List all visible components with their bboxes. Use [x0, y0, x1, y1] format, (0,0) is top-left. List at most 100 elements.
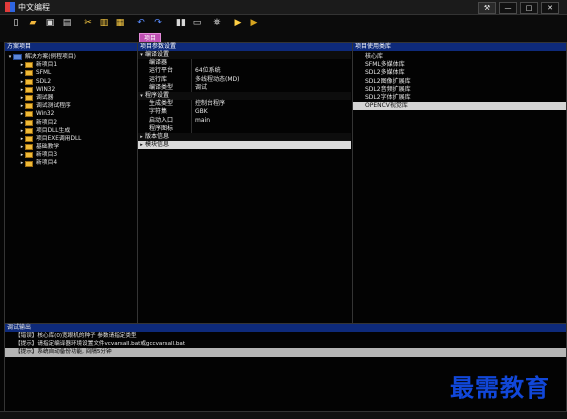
folder-icon: [25, 86, 33, 93]
property-value[interactable]: 64位系统: [191, 67, 351, 76]
property-key: 程序设置: [145, 91, 170, 99]
section-expander-icon[interactable]: ▾: [138, 51, 145, 59]
new-file-icon[interactable]: ▯: [10, 17, 22, 29]
property-row[interactable]: 编译类型 调试: [138, 83, 351, 92]
solution-root-label: 解决方案(例程项目): [25, 54, 76, 60]
property-value[interactable]: [191, 124, 351, 133]
window-controls: ⚒ — □ ✕: [478, 2, 559, 14]
run-icon[interactable]: ▶: [232, 17, 244, 29]
project-tree-label: SDL2: [36, 78, 52, 85]
property-key: 运行平台: [149, 67, 174, 75]
project-tree-item[interactable]: ▸ Win32: [7, 110, 138, 118]
property-value[interactable]: GBK: [191, 108, 351, 117]
project-tree-label: 新项目3: [36, 152, 58, 159]
save-icon[interactable]: ▣: [44, 17, 56, 29]
app-window: 中文编程 ⚒ — □ ✕ ▯ ▰ ▣ ▤ ✂ ▥ ▦ ↶ ↷ ▮▮ ▭ ⛯ ▶ ▶ 项目 方案项目 ▾ 解…: [0, 0, 567, 419]
property-key: 运行库: [149, 75, 168, 83]
step-icon[interactable]: ▶: [248, 17, 260, 29]
save-all-icon[interactable]: ▤: [61, 17, 73, 29]
project-tree-item[interactable]: ▸ SFML: [7, 69, 138, 77]
property-section[interactable]: ▸ 模块信息: [138, 141, 351, 150]
property-row[interactable]: 启动入口 main: [138, 116, 351, 125]
project-settings-title: 项目参数设置: [138, 43, 353, 51]
toolbar-tabs: 项目: [0, 33, 567, 44]
library-item[interactable]: 核心库: [353, 53, 566, 61]
library-item[interactable]: SDL2音频扩展库: [353, 86, 566, 94]
project-settings-panel: 项目参数设置 ▾ 编译设置 编译器 运行平台 64位系统 运行库 多线程动态(MD) 编译类型…: [137, 42, 354, 324]
folder-icon: [25, 103, 33, 110]
open-folder-icon[interactable]: ▰: [27, 17, 39, 29]
library-item[interactable]: OPENCV视觉库: [353, 102, 566, 111]
minimize-button[interactable]: —: [499, 2, 517, 14]
property-row[interactable]: 程序图标: [138, 124, 351, 133]
property-key: 启动入口: [149, 116, 174, 124]
property-value[interactable]: 调试: [191, 83, 351, 92]
redo-icon[interactable]: ↷: [152, 17, 164, 29]
project-tree-item[interactable]: ▸ 调试测试程序: [7, 102, 138, 110]
library-item[interactable]: SDL2图像扩展库: [353, 78, 566, 86]
cut-icon[interactable]: ✂: [82, 17, 94, 29]
paste-icon[interactable]: ▦: [114, 17, 126, 29]
close-button[interactable]: ✕: [541, 2, 559, 14]
project-tree-item[interactable]: ▸ SDL2: [7, 78, 138, 86]
property-spacer: [138, 108, 145, 116]
project-tree-item[interactable]: ▸ 新项目2: [7, 119, 138, 127]
property-spacer: [138, 100, 145, 108]
find-icon[interactable]: ⛯: [211, 17, 223, 29]
solution-root[interactable]: ▾ 解决方案(例程项目): [7, 53, 138, 61]
project-tree-item[interactable]: ▸ 项目DLL生成: [7, 127, 138, 135]
property-row[interactable]: 生成类型 控制台程序: [138, 100, 351, 109]
property-row[interactable]: 字符集 GBK: [138, 108, 351, 117]
property-row[interactable]: 运行平台 64位系统: [138, 67, 351, 76]
solution-panel-title: 方案项目: [5, 43, 138, 51]
project-tree-item[interactable]: ▸ 新项目4: [7, 159, 138, 167]
project-tree-label: 新项目4: [36, 160, 58, 167]
solution-icon: [13, 54, 22, 61]
debug-output-panel: 调试输出 【错误】核心库(0)宽眼机的种子 参数请指定类型 【提示】请指定编译器环…: [4, 323, 567, 414]
undo-icon[interactable]: ↶: [135, 17, 147, 29]
section-expander-icon[interactable]: ▸: [138, 141, 145, 149]
tool-icon[interactable]: ⚒: [478, 2, 496, 14]
library-item[interactable]: SDL2多媒体库: [353, 69, 566, 77]
folder-icon: [25, 119, 33, 126]
folder-icon: [25, 70, 33, 77]
solution-tree: ▾ 解决方案(例程项目) ▸ 新项目1 ▸ SFML ▸ SDL2 ▸ WIN32 ▸ 调试器 ▸ 调…: [5, 51, 138, 168]
project-tree-label: 项目EXE调用DLL: [36, 135, 82, 142]
maximize-button[interactable]: □: [520, 2, 538, 14]
toolbar: ▯ ▰ ▣ ▤ ✂ ▥ ▦ ↶ ↷ ▮▮ ▭ ⛯ ▶ ▶: [0, 15, 567, 33]
project-tree-label: 新项目1: [36, 62, 58, 69]
section-expander-icon[interactable]: ▸: [138, 133, 145, 141]
folder-icon: [25, 160, 33, 167]
property-spacer: [138, 125, 145, 133]
property-key: 编译类型: [149, 83, 174, 91]
property-key: 字符集: [149, 108, 168, 116]
debug-output-line: 【错误】核心库(0)宽眼机的种子 参数请指定类型: [15, 333, 137, 339]
app-icon: [5, 2, 15, 12]
folder-icon: [25, 62, 33, 69]
property-value[interactable]: 多线程动态(MD): [191, 75, 351, 84]
project-tree-item[interactable]: ▸ WIN32: [7, 86, 138, 94]
project-tree-item[interactable]: ▸ 基础教学: [7, 143, 138, 151]
library-panel-title: 项目使用类库: [353, 43, 566, 51]
property-value[interactable]: 控制台程序: [191, 100, 351, 109]
property-section[interactable]: ▸ 版本信息: [138, 132, 351, 142]
project-tree-item[interactable]: ▸ 调试器: [7, 94, 138, 102]
section-expander-icon[interactable]: ▾: [138, 92, 145, 100]
project-tree-label: 基础教学: [36, 144, 60, 151]
project-tree-item[interactable]: ▸ 新项目3: [7, 151, 138, 159]
debug-output-line: 【提示】系统自动备份功能, 间隔5分钟: [5, 348, 566, 357]
copy-icon[interactable]: ▥: [98, 17, 110, 29]
project-tree-item[interactable]: ▸ 新项目1: [7, 61, 138, 69]
split-icon[interactable]: ▮▮: [175, 17, 187, 29]
property-section[interactable]: ▾ 程序设置: [138, 91, 351, 101]
property-spacer: [138, 117, 145, 125]
project-tree-item[interactable]: ▸ 项目EXE调用DLL: [7, 135, 138, 143]
window-icon[interactable]: ▭: [191, 17, 203, 29]
project-tree-label: Win32: [36, 111, 55, 118]
property-row[interactable]: 运行库 多线程动态(MD): [138, 75, 351, 84]
property-section[interactable]: ▾ 编译设置: [138, 51, 351, 60]
property-value[interactable]: main: [191, 116, 351, 125]
folder-icon: [25, 127, 33, 134]
library-item[interactable]: SDL2字体扩展库: [353, 94, 566, 102]
folder-icon: [25, 78, 33, 85]
